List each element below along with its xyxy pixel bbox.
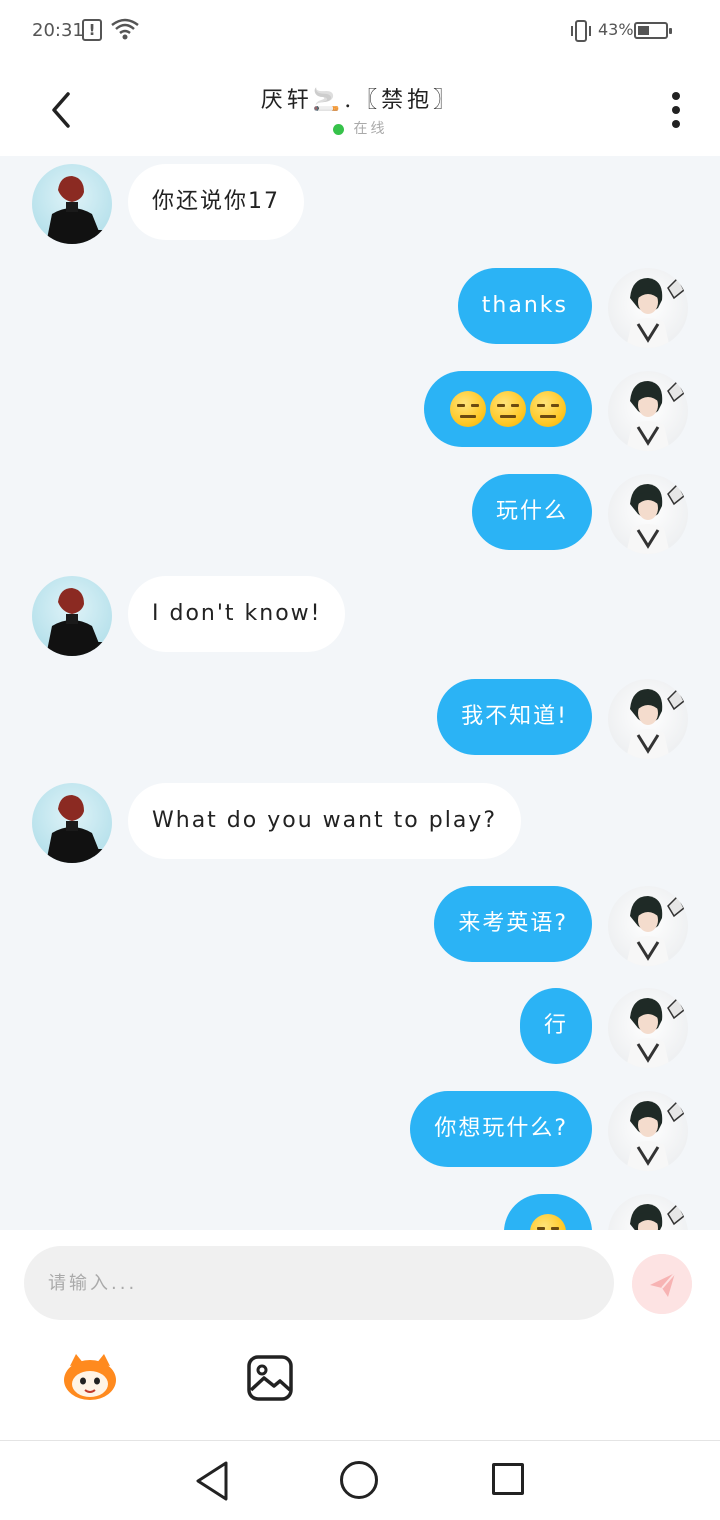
message-text: 来考英语? [458, 911, 568, 936]
message-row [0, 1194, 720, 1230]
self-avatar[interactable] [608, 474, 688, 554]
online-status: 在线 [0, 118, 720, 138]
message-row: What do you want to play? [0, 783, 720, 865]
status-bar: 20:31 ! 43% [0, 0, 720, 62]
message-row: 玩什么 [0, 474, 720, 556]
battery-fill [638, 26, 649, 35]
send-icon[interactable] [632, 1254, 692, 1314]
sent-message-bubble[interactable] [424, 371, 592, 447]
message-text: I don't know! [152, 601, 322, 626]
message-row: I don't know! [0, 576, 720, 658]
sent-message-bubble[interactable]: 来考英语? [434, 886, 592, 962]
message-row: 行 [0, 988, 720, 1070]
more-icon[interactable] [664, 90, 688, 130]
system-nav-bar [0, 1440, 720, 1520]
message-text: 你还说你17 [152, 189, 280, 214]
sent-message-bubble[interactable]: 我不知道! [437, 679, 592, 755]
status-time: 20:31 [32, 20, 84, 41]
message-row: thanks [0, 268, 720, 350]
message-text: 我不知道! [461, 704, 568, 729]
expressionless-emoji-icon [490, 391, 526, 427]
chat-header: 厌轩🚬.〖禁抱〗 在线 [0, 62, 720, 156]
self-avatar[interactable] [608, 679, 688, 759]
message-text: thanks [481, 293, 568, 318]
nav-home-icon[interactable] [340, 1461, 378, 1499]
self-avatar[interactable] [608, 886, 688, 966]
expressionless-emoji-icon [530, 1214, 566, 1230]
message-text: 玩什么 [495, 499, 568, 524]
battery-percent: 43% [598, 20, 634, 39]
sent-message-bubble[interactable]: 行 [519, 988, 592, 1064]
contact-avatar[interactable] [32, 576, 112, 656]
self-avatar[interactable] [608, 371, 688, 451]
sent-message-bubble[interactable]: 玩什么 [471, 474, 592, 550]
message-text: 你想玩什么? [434, 1116, 568, 1141]
online-status-label: 在线 [353, 121, 388, 137]
expressionless-emoji-icon [450, 391, 486, 427]
self-avatar[interactable] [608, 988, 688, 1068]
message-row: 我不知道! [0, 679, 720, 761]
contact-avatar[interactable] [32, 164, 112, 244]
message-text: What do you want to play? [152, 808, 498, 833]
received-message-bubble[interactable]: What do you want to play? [128, 783, 522, 859]
nav-recent-icon[interactable] [492, 1463, 524, 1495]
alert-icon: ! [82, 19, 102, 41]
composer [0, 1230, 720, 1440]
image-icon[interactable] [246, 1354, 294, 1402]
sticker-icon[interactable] [60, 1352, 120, 1402]
message-row: 你想玩什么? [0, 1091, 720, 1173]
sent-message-bubble[interactable]: thanks [457, 268, 592, 344]
contact-avatar[interactable] [32, 783, 112, 863]
wifi-icon [111, 18, 139, 40]
message-text: 行 [543, 1013, 568, 1038]
self-avatar[interactable] [608, 1194, 688, 1230]
message-row: 你还说你17 [0, 164, 720, 246]
sent-message-bubble[interactable]: 你想玩什么? [410, 1091, 592, 1167]
online-dot-icon [332, 123, 344, 135]
message-input[interactable] [24, 1246, 614, 1320]
received-message-bubble[interactable]: 你还说你17 [128, 164, 304, 240]
expressionless-emoji-icon [530, 391, 566, 427]
message-row [0, 371, 720, 453]
self-avatar[interactable] [608, 268, 688, 348]
message-list[interactable]: 你还说你17 thanks 玩什么 I don't know! 我不知道! What do… [0, 156, 720, 1230]
vibrate-icon [571, 20, 591, 42]
nav-back-icon[interactable] [192, 1459, 232, 1503]
battery-icon [634, 22, 672, 39]
received-message-bubble[interactable]: I don't know! [128, 576, 346, 652]
sent-message-bubble[interactable] [504, 1194, 592, 1230]
self-avatar[interactable] [608, 1091, 688, 1171]
message-row: 来考英语? [0, 886, 720, 968]
chat-title: 厌轩🚬.〖禁抱〗 [260, 88, 460, 113]
